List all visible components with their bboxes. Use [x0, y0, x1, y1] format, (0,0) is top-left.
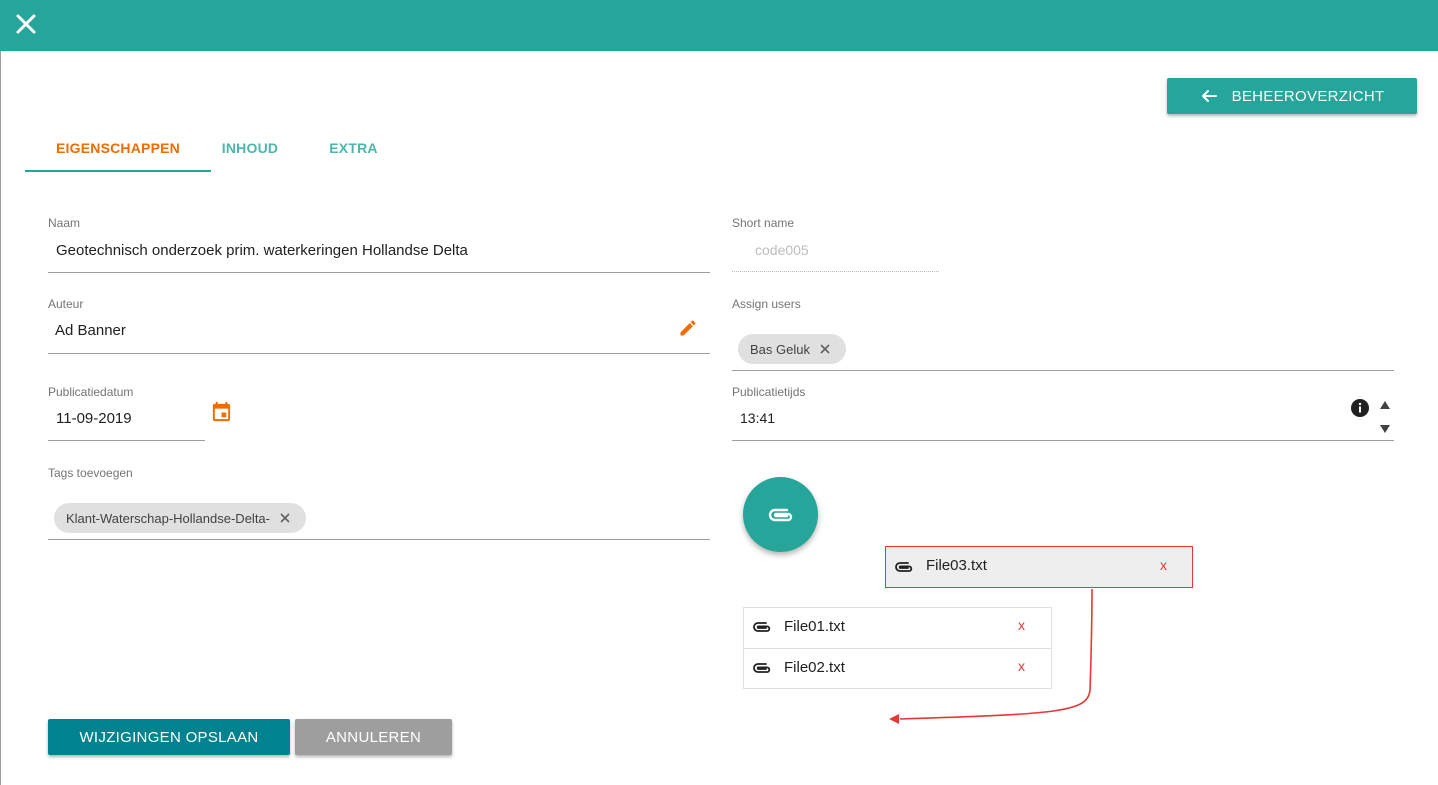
publicatietijds-underline — [732, 440, 1394, 441]
paperclip-icon — [768, 508, 792, 521]
save-button[interactable]: WIJZIGINGEN OPSLAAN — [48, 719, 290, 755]
beheeroverzicht-label: BEHEEROVERZICHT — [1231, 87, 1385, 105]
auteur-underline — [48, 353, 710, 354]
short-name-label: Short name — [732, 216, 795, 230]
tab-extra[interactable]: EXTRA — [317, 128, 390, 170]
user-chip-label: Bas Geluk — [750, 341, 810, 357]
remove-file-button[interactable]: x — [1018, 617, 1025, 633]
tags-label: Tags toevoegen — [48, 466, 133, 480]
tab-eigenschappen[interactable]: EIGENSCHAPPEN — [25, 128, 211, 170]
remove-tag-icon[interactable] — [278, 511, 292, 525]
naam-underline — [48, 272, 710, 273]
file-name: File03.txt — [926, 557, 987, 574]
user-chip: Bas Geluk — [738, 334, 846, 364]
naam-label: Naam — [48, 216, 81, 230]
publicatiedatum-input[interactable]: 11-09-2019 — [56, 410, 132, 427]
paperclip-icon — [895, 562, 913, 572]
pencil-icon[interactable] — [678, 318, 698, 338]
publicatiedatum-label: Publicatiedatum — [48, 385, 134, 399]
top-bar — [0, 0, 1438, 51]
close-icon[interactable] — [10, 8, 42, 40]
attach-file-button[interactable] — [743, 477, 818, 552]
publicatiedatum-underline — [48, 440, 205, 441]
remove-file-button[interactable]: x — [1160, 557, 1167, 573]
file-name: File01.txt — [784, 618, 845, 635]
info-icon[interactable] — [1350, 398, 1370, 418]
assign-users-underline — [732, 370, 1394, 371]
drag-arrow — [889, 588, 1093, 724]
tab-inhoud[interactable]: INHOUD — [211, 128, 289, 170]
publicatietijds-label: Publicatietijds — [732, 385, 806, 399]
calendar-icon[interactable] — [210, 400, 233, 423]
auteur-label: Auteur — [48, 297, 84, 311]
naam-input[interactable]: Geotechnisch onderzoek prim. waterkering… — [56, 242, 468, 259]
tag-chip: Klant-Waterschap-Hollandse-Delta- — [54, 503, 306, 533]
tags-underline — [48, 539, 710, 540]
short-name-input: code005 — [755, 242, 809, 258]
file-item[interactable]: File02.txt x — [744, 648, 1051, 688]
short-name-underline — [732, 271, 939, 272]
dragging-file-item[interactable]: File03.txt x — [885, 546, 1193, 588]
remove-chip-icon[interactable] — [818, 342, 832, 356]
file-item[interactable]: File01.txt x — [744, 608, 1051, 648]
assign-users-label: Assign users — [732, 297, 801, 311]
paperclip-icon — [753, 622, 771, 632]
file-list: File01.txt x File02.txt x — [743, 607, 1052, 689]
paperclip-icon — [753, 663, 771, 673]
remove-file-button[interactable]: x — [1018, 658, 1025, 674]
publicatietijds-input[interactable]: 13:41 — [740, 410, 775, 426]
beheeroverzicht-button[interactable]: BEHEEROVERZICHT — [1167, 78, 1417, 114]
tag-chip-label: Klant-Waterschap-Hollandse-Delta- — [66, 510, 270, 526]
left-border — [0, 51, 1, 785]
tab-indicator — [25, 170, 211, 172]
arrow-left-icon — [1201, 90, 1217, 102]
time-stepper-icon[interactable] — [1378, 397, 1392, 437]
auteur-input[interactable]: Ad Banner — [55, 322, 126, 339]
cancel-button[interactable]: ANNULEREN — [295, 719, 452, 755]
file-name: File02.txt — [784, 659, 845, 676]
